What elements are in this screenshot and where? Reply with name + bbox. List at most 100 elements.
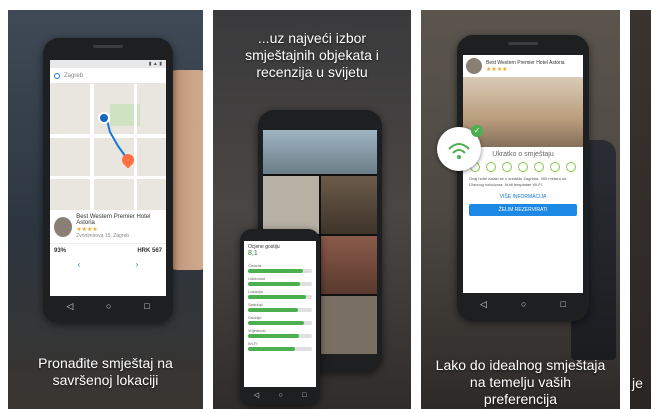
check-icon: ✓ [471, 125, 483, 137]
recents-icon[interactable]: □ [302, 392, 306, 399]
screenshot-panel-details: Best Western Premier Hotel Astoria ★★★★ … [421, 10, 620, 409]
hotel-name: Best Western Premier Hotel Astoria [486, 59, 565, 66]
caption-line: Lako do idealnog smještaja [435, 357, 606, 373]
recents-icon[interactable]: □ [144, 301, 149, 311]
card-pager: ‹ › [50, 258, 166, 269]
home-icon[interactable]: ○ [521, 299, 526, 309]
hotel-description: Ovaj hotel nalazi se u središtu Zagreba,… [469, 176, 567, 187]
caption-line: ...uz najveći izbor [257, 30, 367, 46]
caption-fragment: je [632, 375, 643, 391]
about-title: Ukratko o smještaju [492, 151, 554, 158]
rating-row: Lokacija [248, 289, 312, 299]
next-arrow-icon[interactable]: › [136, 260, 139, 269]
caption-line: smještajnih objekata i [245, 47, 379, 63]
hotel-thumbnail [54, 216, 73, 237]
caption-line: recenzija u svijetu [256, 64, 368, 80]
amenity-icon [486, 162, 496, 172]
hotel-stars: ★★★★ [76, 227, 98, 233]
hotel-photo[interactable] [263, 176, 319, 234]
amenity-icon [518, 162, 528, 172]
rating-bar-fill [248, 347, 296, 351]
amenity-icon [502, 162, 512, 172]
price-row: 93% HRK 567 [50, 244, 166, 258]
screenshot-panel-map: ▮ ▲ ▮ Zagreb Best Western Premier Hotel … [8, 10, 203, 409]
phone-screen: ▮ ▲ ▮ Zagreb Best Western Premier Hotel … [50, 60, 166, 296]
ratings-header: Ocjene gostiju 8,1 [244, 241, 316, 260]
panel-caption: je [632, 375, 651, 392]
rating-row: Čistoća [248, 263, 312, 273]
rating-row: Osoblje [248, 315, 312, 325]
hotel-photo[interactable] [263, 130, 377, 174]
rating-label: Osoblje [248, 315, 262, 320]
phone-speaker [508, 42, 538, 45]
android-nav-bar: ◁ ○ □ [463, 295, 583, 313]
hotel-photo[interactable] [321, 236, 377, 294]
phone-frame-front: Ocjene gostiju 8,1 Čistoća Udobnost Lokaci… [240, 229, 320, 405]
hotel-street-photo[interactable] [463, 77, 583, 147]
rating-bar-fill [248, 321, 305, 325]
android-nav-bar: ◁ ○ □ [50, 297, 166, 315]
phone-speaker [93, 45, 123, 48]
rating-bar-fill [248, 282, 301, 286]
rating-row: Vrijednost [248, 328, 312, 338]
panel-caption: ...uz najveći izbor smještajnih objekata… [213, 30, 411, 81]
hotel-card[interactable]: Best Western Premier Hotel Astoria ★★★★ … [50, 210, 166, 244]
rating-label: Wi-Fi [248, 341, 258, 346]
caption-line: na temelju vaših [469, 374, 572, 390]
panel-caption: Lako do idealnog smještaja na temelju va… [421, 357, 620, 408]
search-input[interactable]: Zagreb [64, 73, 83, 79]
hotel-address: Zvonimirova 15, Zagreb [76, 233, 130, 239]
prev-arrow-icon[interactable]: ‹ [78, 260, 81, 269]
wifi-badge: ✓ [437, 125, 483, 171]
rating-bar-track [248, 308, 312, 312]
back-icon[interactable]: ◁ [66, 301, 73, 312]
rating-bar-track [248, 334, 312, 338]
status-bar: ▮ ▲ ▮ [50, 60, 166, 68]
more-info-link[interactable]: VIŠE INFORMACIJA [463, 192, 583, 202]
phone-frame: ▮ ▲ ▮ Zagreb Best Western Premier Hotel … [43, 38, 173, 323]
rating-bar-track [248, 295, 312, 299]
caption-line: preferencija [483, 391, 558, 407]
rating-bar-track [248, 321, 312, 325]
amenity-icon [534, 162, 544, 172]
hotel-photo[interactable] [321, 176, 377, 234]
rating-bar-fill [248, 295, 307, 299]
hotel-thumbnail [466, 58, 482, 74]
screenshot-panel-reviews: ...uz najveći izbor smještajnih objekata… [213, 10, 411, 409]
rating-bar-fill [248, 269, 304, 273]
home-icon[interactable]: ○ [106, 301, 111, 311]
hotel-name: Best Western Premier Hotel Astoria [76, 214, 151, 226]
rating-label: Udobnost [248, 276, 266, 281]
amenity-icon [550, 162, 560, 172]
home-icon[interactable]: ○ [278, 392, 282, 399]
rating-bar-fill [248, 334, 300, 338]
ratings-score: 8,1 [248, 250, 258, 257]
ratings-screen: Ocjene gostiju 8,1 Čistoća Udobnost Lokaci… [244, 241, 316, 387]
amenity-icons [463, 162, 583, 172]
hotel-photo[interactable] [321, 296, 377, 354]
recents-icon[interactable]: □ [561, 299, 566, 309]
screenshot-panel-partial: je [630, 10, 651, 409]
rating-row: Wi-Fi [248, 341, 312, 351]
back-icon[interactable]: ◁ [480, 299, 487, 310]
rating-value: 93% [54, 248, 67, 254]
search-bar[interactable]: Zagreb [50, 68, 166, 84]
caption-line: Pronađite smještaj na [38, 355, 173, 371]
amenity-icon [566, 162, 576, 172]
book-button[interactable]: ŽELIM REZERVIRATI [469, 204, 577, 216]
rating-bar-fill [248, 308, 298, 312]
phone-frame: Best Western Premier Hotel Astoria ★★★★ … [457, 35, 589, 321]
rating-row: Sadržaji [248, 302, 312, 312]
hotel-stars: ★★★★ [486, 66, 508, 73]
map-view[interactable] [50, 84, 166, 210]
caption-line: savršenoj lokaciji [52, 372, 159, 388]
rating-bar-track [248, 347, 312, 351]
back-icon[interactable]: ◁ [254, 391, 259, 399]
panel-caption: Pronađite smještaj na savršenoj lokaciji [8, 355, 203, 389]
phone-screen: Best Western Premier Hotel Astoria ★★★★ … [463, 55, 583, 293]
hotel-header: Best Western Premier Hotel Astoria ★★★★ [463, 55, 583, 77]
search-icon [54, 72, 60, 79]
rating-label: Čistoća [248, 263, 262, 268]
ratings-list: Čistoća Udobnost Lokacija Sadržaji Osoblje Vr… [244, 263, 316, 351]
current-location-icon [98, 112, 110, 124]
